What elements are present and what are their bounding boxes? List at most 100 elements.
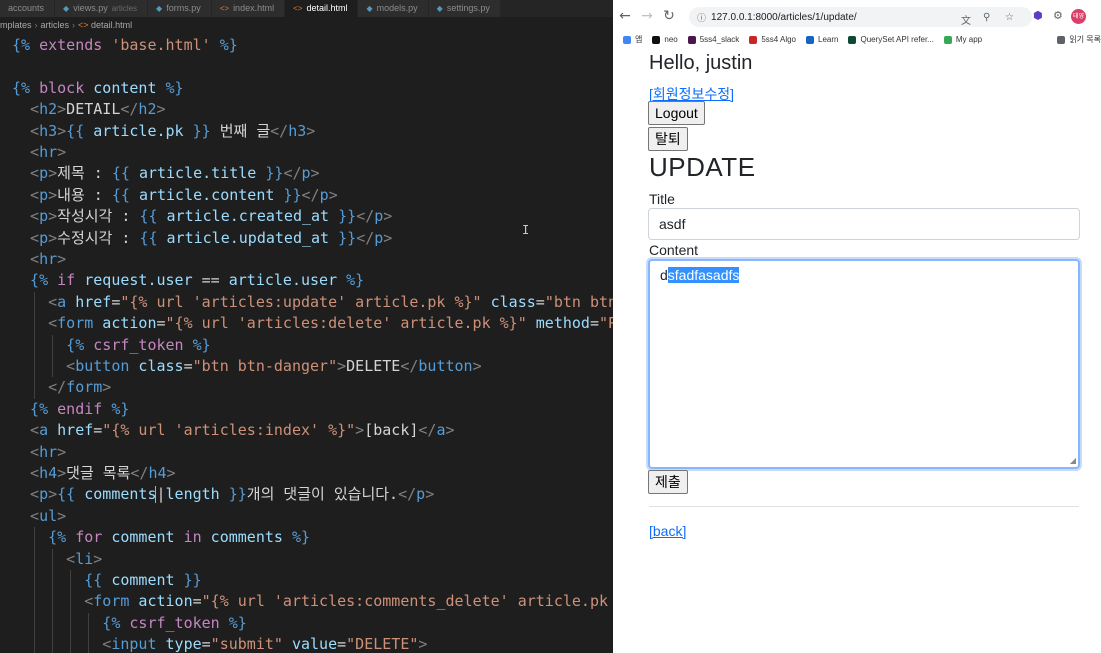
editor-tab-index-html[interactable]: <> index.html — [211, 0, 286, 17]
profile-avatar[interactable]: 태영 — [1071, 9, 1086, 24]
bookmark-item[interactable]: 읽기 목록 — [1057, 34, 1101, 45]
code-line[interactable]: {% if request.user == article.user %} — [30, 270, 364, 291]
python-file-icon: ◆ — [63, 4, 70, 13]
editor-tab-accounts[interactable]: accounts — [0, 0, 56, 17]
code-token: }} — [329, 207, 357, 226]
editor-tab-label: forms.py — [166, 3, 201, 13]
bookmark-item[interactable]: Learn — [806, 35, 838, 44]
code-line[interactable]: <hr> — [30, 142, 66, 163]
bookmark-item[interactable]: 5ss4 Algo — [749, 35, 796, 44]
bookmark-label: My app — [955, 35, 983, 44]
code-line[interactable]: <form action="{% url 'articles:delete' a… — [48, 313, 613, 334]
bookmark-favicon-icon — [623, 35, 631, 44]
title-input[interactable]: asdf — [648, 208, 1080, 240]
code-line[interactable]: <a href="{% url 'articles:update' articl… — [48, 292, 613, 313]
zoom-icon[interactable]: ⚲ — [983, 12, 990, 23]
address-bar[interactable]: ⓘ 127.0.0.1:8000/articles/1/update/ 文 ⚲ … — [689, 7, 1032, 27]
code-line[interactable]: <h3>{{ article.pk }} 번째 글</h3> — [30, 121, 315, 142]
code-line[interactable]: {{ comment }} — [84, 570, 201, 591]
translate-icon[interactable]: 文 — [961, 12, 971, 27]
code-line[interactable]: <h4>댓글 목록</h4> — [30, 463, 176, 484]
logout-button[interactable]: Logout — [648, 101, 705, 125]
code-line[interactable]: {% block content %} — [12, 78, 184, 99]
indent-guide — [52, 591, 54, 613]
indent-guide — [34, 313, 36, 335]
indent-guide — [34, 612, 36, 635]
bookmark-item[interactable]: QuerySet API refer... — [848, 35, 934, 44]
bookmark-item[interactable]: 앱 — [623, 34, 642, 45]
code-token: > — [48, 185, 58, 204]
code-token: p — [374, 207, 384, 226]
code-token: > — [355, 421, 365, 440]
code-token: method — [526, 314, 590, 333]
code-line[interactable]: {% csrf_token %} — [102, 613, 247, 634]
code-line[interactable]: <p>제목 : {{ article.title }}</p> — [30, 163, 320, 184]
bookmark-item[interactable]: neo — [652, 35, 678, 44]
withdraw-button[interactable]: 탈퇴 — [648, 127, 688, 151]
code-token: %} — [183, 335, 211, 354]
editor-tab-models-py[interactable]: ◆ models.py — [358, 0, 429, 17]
code-token: ul — [39, 506, 58, 525]
code-token: p — [301, 164, 311, 183]
resize-grip-icon[interactable]: ◢ — [1070, 456, 1076, 465]
code-line[interactable]: <form action="{% url 'articles:comments_… — [84, 591, 613, 612]
editor-tab-label: accounts — [8, 3, 45, 13]
code-token: </ — [356, 207, 375, 226]
editor-tab-forms-py[interactable]: ◆ forms.py — [148, 0, 212, 17]
code-line[interactable]: <a href="{% url 'articles:index' %}">[ba… — [30, 420, 454, 441]
bookmark-star-icon[interactable]: ☆ — [1005, 12, 1014, 23]
extensions-puzzle-icon[interactable]: ⚙ — [1053, 9, 1063, 22]
content-label: Content — [649, 242, 699, 258]
breadcrumb-item[interactable]: detail.html — [91, 20, 132, 30]
code-line[interactable]: <input type="submit" value="DELETE"> — [102, 634, 427, 653]
code-token: < — [30, 228, 40, 247]
breadcrumb: mplates › articles › <> detail.html — [0, 17, 613, 34]
back-link[interactable]: [back] — [649, 523, 686, 539]
bookmark-label: QuerySet API refer... — [860, 35, 934, 44]
editor-tab-detail-html[interactable]: <> detail.html — [285, 0, 359, 17]
code-token: </ — [398, 485, 417, 504]
code-token: {{ — [66, 121, 94, 140]
forward-arrow-icon[interactable]: → — [637, 6, 657, 26]
content-textarea[interactable]: dsfadfasadfs ◢ — [648, 259, 1080, 469]
code-area[interactable]: {% extends 'base.html' %} {% block conten… — [0, 34, 613, 653]
code-line[interactable]: <h2>DETAIL</h2> — [30, 99, 165, 120]
address-url: 127.0.0.1:8000/articles/1/update/ — [711, 11, 857, 23]
bookmark-item[interactable]: 5ss4_slack — [687, 35, 739, 44]
site-info-icon[interactable]: ⓘ — [697, 11, 706, 24]
code-line[interactable]: {% extends 'base.html' %} — [12, 35, 238, 56]
content-text: d — [660, 267, 668, 283]
bookmark-favicon-icon — [687, 35, 696, 44]
breadcrumb-item[interactable]: mplates — [0, 20, 32, 30]
code-line[interactable]: </form> — [48, 377, 111, 398]
extension-icon[interactable]: ⬢ — [1033, 9, 1043, 22]
code-line[interactable]: {% for comment in comments %} — [48, 527, 310, 548]
code-line[interactable]: <hr> — [30, 442, 66, 463]
back-arrow-icon[interactable]: ← — [615, 6, 635, 26]
code-editor[interactable]: accounts ◆ views.py articles ◆ forms.py <> inde… — [0, 0, 613, 653]
indent-guide — [34, 634, 36, 653]
code-line[interactable]: {% csrf_token %} — [66, 335, 211, 356]
bookmark-favicon-icon — [749, 35, 758, 44]
code-token: form — [57, 314, 94, 333]
code-line[interactable]: <button class="btn btn-danger">DELETE</b… — [66, 356, 481, 377]
breadcrumb-item[interactable]: articles — [41, 20, 70, 30]
code-token: action — [129, 592, 193, 611]
code-line[interactable]: <ul> — [30, 506, 66, 527]
code-token: p — [39, 228, 49, 247]
editor-tab-views-py[interactable]: ◆ views.py articles — [55, 0, 149, 17]
submit-button[interactable]: 제출 — [648, 470, 688, 494]
code-line[interactable]: <p>내용 : {{ article.content }}</p> — [30, 185, 338, 206]
editor-tab-settings-py[interactable]: ◆ settings.py — [428, 0, 501, 17]
divider — [649, 506, 1079, 507]
code-token: "POS — [599, 314, 613, 333]
indent-guide — [70, 612, 72, 635]
code-line[interactable]: {% endif %} — [30, 399, 129, 420]
reload-icon[interactable]: ↻ — [659, 6, 679, 26]
code-line[interactable]: <hr> — [30, 249, 66, 270]
code-line[interactable]: <p>{{ comments|length }}개의 댓글이 있습니다.</p> — [30, 484, 434, 505]
code-line[interactable]: <p>작성시각 : {{ article.created_at }}</p> — [30, 206, 392, 227]
code-line[interactable]: <li> — [66, 549, 102, 570]
bookmark-item[interactable]: My app — [943, 35, 983, 44]
code-line[interactable]: <p>수정시각 : {{ article.updated_at }}</p> — [30, 228, 392, 249]
